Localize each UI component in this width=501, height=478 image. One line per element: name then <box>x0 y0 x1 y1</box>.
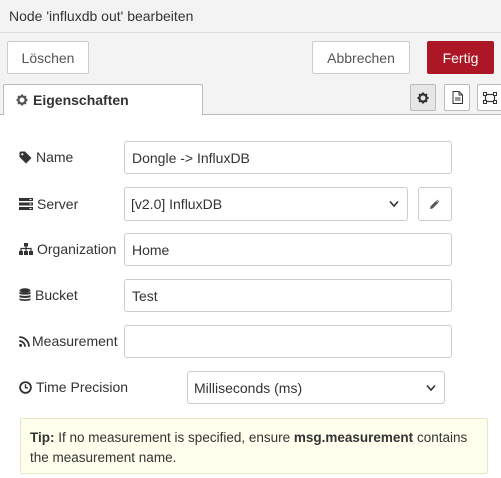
tip-code: msg.measurement <box>293 430 414 445</box>
clock-icon <box>19 380 32 394</box>
database-icon <box>19 288 31 302</box>
server-select[interactable]: [v2.0] InfluxDB <box>124 187 408 221</box>
bucket-label: Bucket <box>19 285 78 305</box>
tab-description[interactable] <box>444 84 470 111</box>
dialog-button-bar: Löschen Abbrechen Fertig <box>0 33 501 81</box>
gear-icon <box>417 92 429 104</box>
tab-settings[interactable] <box>410 84 436 111</box>
gear-icon <box>16 94 28 106</box>
server-icon <box>19 198 33 210</box>
measurement-input[interactable] <box>124 325 452 358</box>
frame-icon <box>483 91 497 104</box>
time-precision-select-value: Milliseconds (ms) <box>194 379 303 396</box>
sitemap-icon <box>19 243 33 255</box>
rss-icon <box>19 335 30 347</box>
chevron-down-icon <box>389 200 399 208</box>
delete-button[interactable]: Löschen <box>7 41 89 74</box>
server-label: Server <box>19 194 78 214</box>
tag-icon <box>19 151 32 164</box>
tip-text: If no measurement is specified, ensure <box>54 430 294 445</box>
measurement-label: Measurement <box>19 331 118 351</box>
name-input[interactable]: Dongle -> InfluxDB <box>124 141 452 174</box>
organization-label: Organization <box>19 239 116 259</box>
tab-bar: Eigenschaften <box>0 81 501 115</box>
done-button[interactable]: Fertig <box>427 41 494 74</box>
properties-form: Name Dongle -> InfluxDB Server [v2.0] In… <box>0 115 501 478</box>
bucket-input[interactable]: Test <box>124 279 452 312</box>
server-select-value: [v2.0] InfluxDB <box>131 196 223 212</box>
name-label: Name <box>19 147 73 167</box>
tip-prefix: Tip: <box>30 430 55 445</box>
tab-properties[interactable]: Eigenschaften <box>3 84 203 115</box>
tab-appearance[interactable] <box>477 84 501 111</box>
edit-server-button[interactable] <box>418 187 452 221</box>
tip-box: Tip: If no measurement is specified, ens… <box>20 418 488 474</box>
dialog-title: Node 'influxdb out' bearbeiten <box>9 8 194 24</box>
time-precision-label: Time Precision <box>19 377 128 397</box>
pencil-icon <box>429 198 441 210</box>
organization-input[interactable]: Home <box>124 233 452 266</box>
time-precision-select[interactable]: Milliseconds (ms) <box>187 371 445 404</box>
cancel-button[interactable]: Abbrechen <box>312 41 410 74</box>
tab-properties-label: Eigenschaften <box>33 92 129 108</box>
document-icon <box>452 91 463 104</box>
chevron-down-icon <box>426 384 436 391</box>
dialog-titlebar: Node 'influxdb out' bearbeiten <box>0 0 501 33</box>
